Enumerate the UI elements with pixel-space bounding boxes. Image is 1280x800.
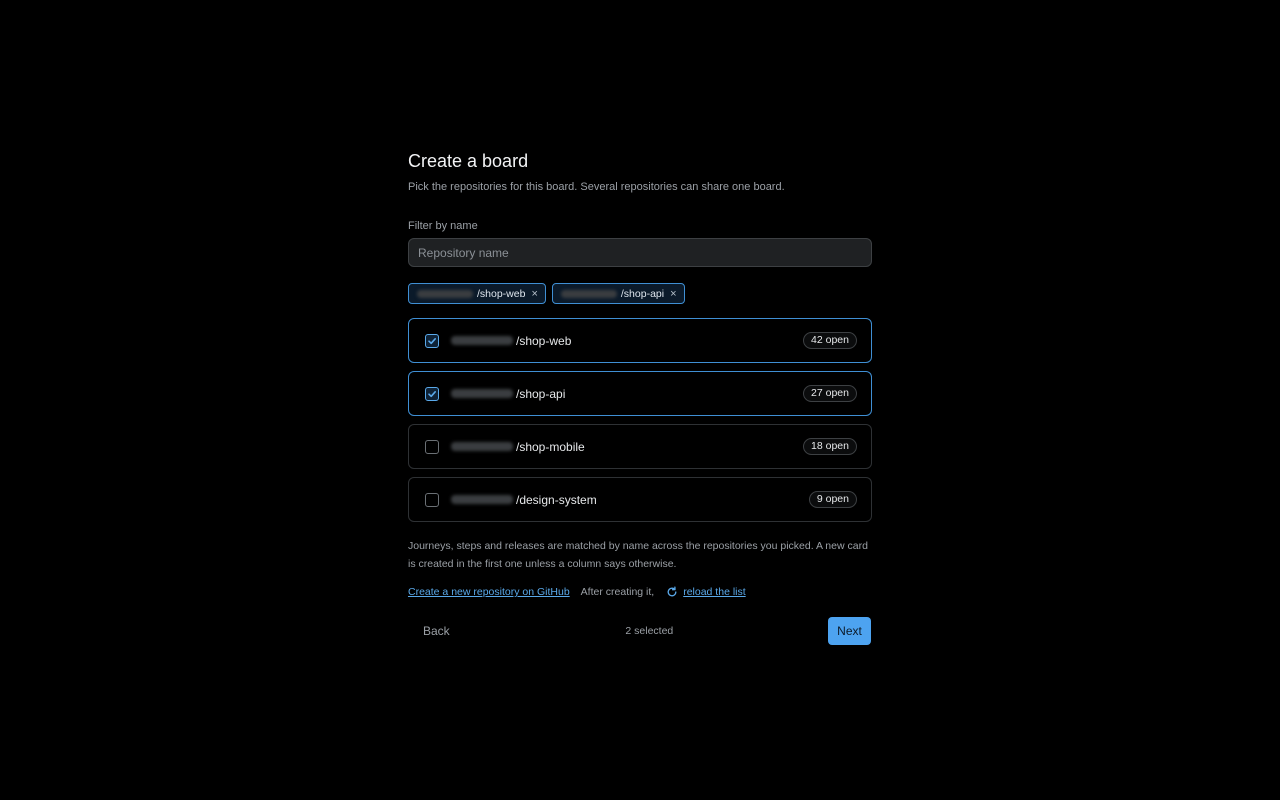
repo-row-design-system[interactable]: /design-system 9 open <box>408 477 872 522</box>
open-issues-badge: 9 open <box>808 491 857 508</box>
next-button[interactable]: Next <box>828 617 871 645</box>
repo-name: /shop-mobile <box>451 440 803 454</box>
repo-row-shop-web[interactable]: /shop-web 42 open <box>408 318 872 363</box>
checkbox-unchecked-icon[interactable] <box>425 439 439 454</box>
checkbox-unchecked-icon[interactable] <box>425 492 439 507</box>
open-issues-badge: 27 open <box>803 385 857 402</box>
repo-links-row: Create a new repository on GitHub After … <box>408 585 872 599</box>
filter-label: Filter by name <box>408 220 478 232</box>
create-board-panel: Create a board Pick the repositories for… <box>408 148 872 645</box>
wizard-footer: Back 2 selected Next <box>408 617 872 645</box>
redacted-owner <box>560 289 617 298</box>
page-title: Create a board <box>408 151 529 171</box>
chip-label: /shop-web <box>477 287 526 300</box>
remove-chip-icon[interactable]: × <box>670 288 676 300</box>
page-subtitle: Pick the repositories for this board. Se… <box>408 181 785 193</box>
repo-chip-shop-web: /shop-web × <box>408 283 546 304</box>
redacted-owner <box>451 442 513 451</box>
redacted-owner <box>451 389 513 398</box>
matching-note: Journeys, steps and releases are matched… <box>408 540 868 570</box>
after-creating-text: After creating it, <box>580 586 655 598</box>
repo-name-label: /shop-api <box>516 386 566 401</box>
reload-link-label[interactable]: reload the list <box>683 586 745 598</box>
repo-name: /design-system <box>451 493 809 507</box>
refresh-icon <box>667 586 677 597</box>
redacted-owner <box>451 495 513 504</box>
remove-chip-icon[interactable]: × <box>531 288 537 300</box>
open-issues-badge: 18 open <box>803 438 857 455</box>
repo-name-label: /shop-web <box>516 333 572 348</box>
repo-name: /shop-api <box>451 387 803 401</box>
repo-name: /shop-web <box>451 334 803 348</box>
checkbox-checked-icon[interactable] <box>425 386 439 401</box>
chip-label: /shop-api <box>620 287 665 300</box>
repo-name-label: /shop-mobile <box>516 439 585 454</box>
back-button[interactable]: Back <box>408 617 465 645</box>
repo-row-shop-mobile[interactable]: /shop-mobile 18 open <box>408 424 872 469</box>
selected-count: 2 selected <box>625 625 674 637</box>
selected-repo-chips: /shop-web × /shop-api × <box>408 283 872 304</box>
repo-name-label: /design-system <box>516 492 597 507</box>
repo-chip-shop-api: /shop-api × <box>551 283 685 304</box>
repository-list: /shop-web 42 open /shop-api 27 open /sho… <box>408 318 872 522</box>
create-repo-link[interactable]: Create a new repository on GitHub <box>408 586 570 598</box>
open-issues-badge: 42 open <box>803 332 857 349</box>
reload-list-link[interactable]: reload the list <box>666 586 746 598</box>
repository-filter-input[interactable] <box>408 238 872 267</box>
repo-row-shop-api[interactable]: /shop-api 27 open <box>408 371 872 416</box>
redacted-owner <box>417 289 473 298</box>
redacted-owner <box>451 336 513 345</box>
checkbox-checked-icon[interactable] <box>425 333 439 348</box>
